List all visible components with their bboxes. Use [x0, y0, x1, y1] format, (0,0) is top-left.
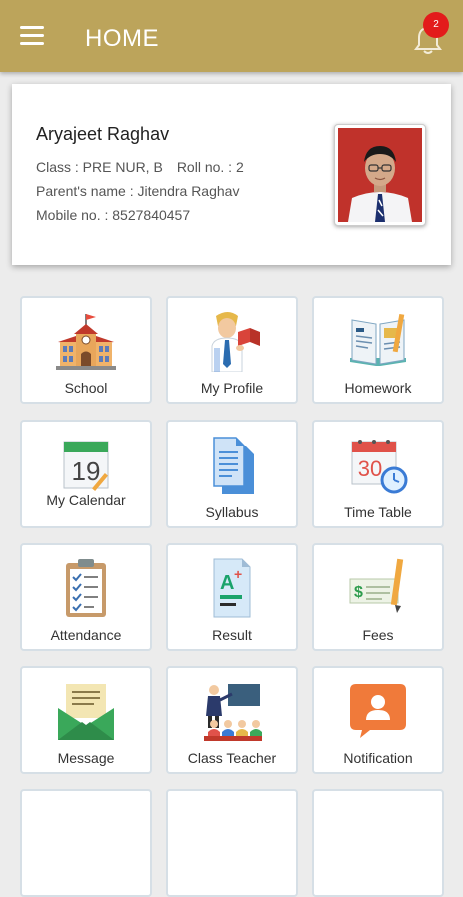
class-teacher-icon [204, 684, 262, 741]
tile-attendance[interactable]: Attendance [20, 543, 152, 651]
svg-text:+: + [234, 566, 242, 582]
tile-school[interactable]: School [20, 296, 152, 404]
result-grade-icon: A + [213, 558, 251, 618]
roll-text: Roll no. : 2 [176, 159, 244, 175]
app-bar: HOME 2 [0, 0, 463, 72]
notification-badge: 2 [423, 12, 449, 38]
tile-label: Attendance [50, 627, 122, 643]
school-building-icon [56, 314, 116, 370]
tile-message[interactable]: Message [20, 666, 152, 774]
page-title: HOME [85, 25, 159, 52]
homework-book-icon [350, 313, 406, 366]
hamburger-menu-icon[interactable] [20, 26, 46, 48]
tile-label: School [64, 380, 108, 396]
tile-label: Fees [362, 627, 394, 643]
notification-chat-icon [350, 684, 406, 738]
tile-label: Homework [344, 380, 412, 396]
tile-class-teacher[interactable]: Class Teacher [166, 666, 298, 774]
class-roll-line: Class : PRE NUR, B Roll no. : 2 [36, 159, 244, 175]
tile-partial[interactable] [166, 789, 298, 897]
tile-label: Notification [343, 750, 413, 766]
calendar-icon: 19 [63, 441, 109, 491]
timetable-calendar-clock-icon: 30 [351, 440, 408, 494]
svg-text:19: 19 [72, 456, 101, 486]
student-name: Aryajeet Raghav [36, 124, 170, 144]
tile-label: Time Table [344, 504, 412, 520]
class-text: Class : PRE NUR, B [36, 159, 163, 175]
syllabus-documents-icon [213, 437, 254, 494]
tile-label: My Calendar [46, 492, 126, 508]
tile-label: Result [212, 627, 252, 643]
tile-homework[interactable]: Homework [312, 296, 444, 404]
tile-syllabus[interactable]: Syllabus [166, 420, 298, 528]
tile-label: Message [57, 750, 115, 766]
tile-fees[interactable]: $ Fees [312, 543, 444, 651]
tile-label: Class Teacher [187, 750, 277, 766]
mobile-number-text: Mobile no. : 8527840457 [36, 207, 191, 223]
tile-notification[interactable]: Notification [312, 666, 444, 774]
student-profile-icon [211, 312, 260, 372]
tile-time-table[interactable]: 30 Time Table [312, 420, 444, 528]
svg-text:A: A [220, 572, 234, 594]
tile-partial[interactable] [312, 789, 444, 897]
parent-name-text: Parent's name : Jitendra Raghav [36, 183, 240, 199]
attendance-clipboard-icon [66, 559, 106, 617]
svg-text:30: 30 [358, 456, 382, 481]
tile-result[interactable]: A + Result [166, 543, 298, 651]
student-photo [334, 124, 426, 226]
tile-partial[interactable] [20, 789, 152, 897]
message-envelope-icon [58, 684, 114, 740]
student-profile-card[interactable]: Aryajeet Raghav Class : PRE NUR, B Roll n… [12, 84, 451, 265]
svg-text:$: $ [354, 584, 363, 601]
tile-my-profile[interactable]: My Profile [166, 296, 298, 404]
tile-label: My Profile [200, 380, 264, 396]
tile-my-calendar[interactable]: 19 My Calendar [20, 420, 152, 528]
tile-label: Syllabus [205, 504, 259, 520]
fees-cheque-icon: $ [349, 558, 404, 613]
